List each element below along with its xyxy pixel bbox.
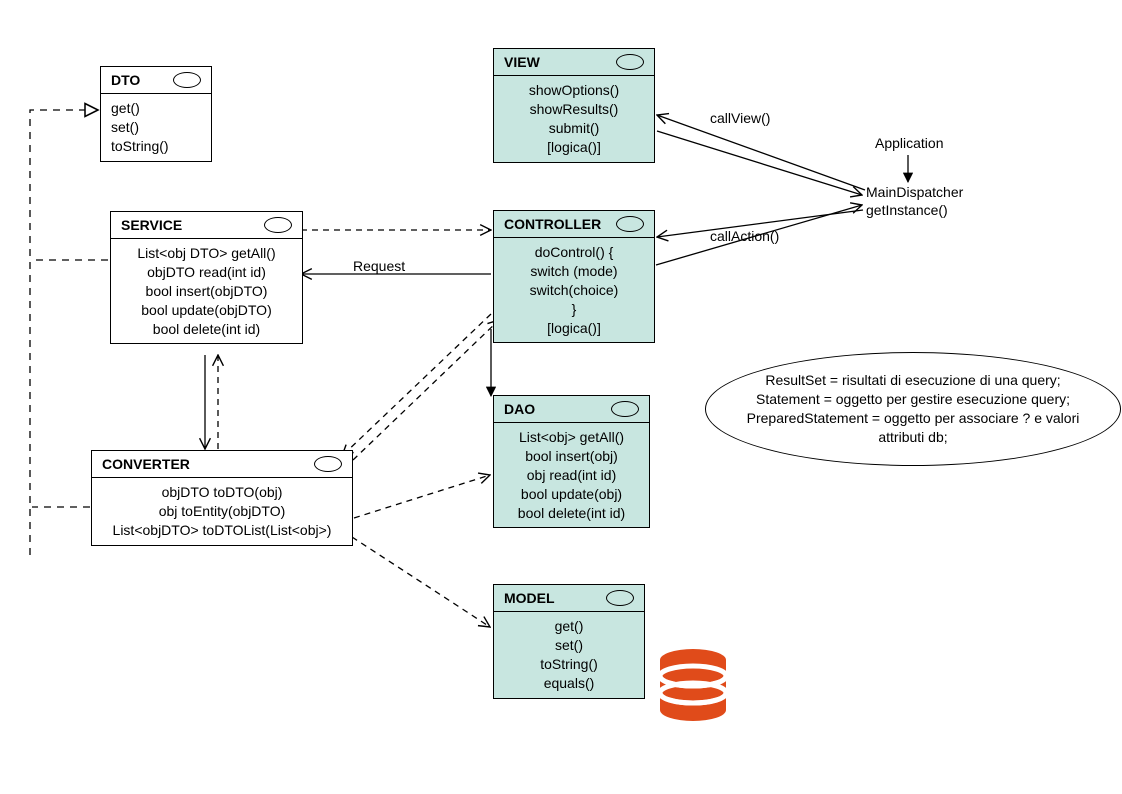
stereotype-icon <box>264 217 292 233</box>
method: showResults() <box>504 100 644 119</box>
method: obj read(int id) <box>504 466 639 485</box>
method: [logica()] <box>504 138 644 157</box>
database-icon <box>658 648 728 728</box>
method: equals() <box>504 674 634 693</box>
class-title: DAO <box>504 401 535 417</box>
label-getinstance: getInstance() <box>866 202 948 218</box>
stereotype-icon <box>606 590 634 606</box>
method: bool insert(obj) <box>504 447 639 466</box>
method: objDTO toDTO(obj) <box>102 483 342 502</box>
class-title: CONVERTER <box>102 456 190 472</box>
note-line: attributi db; <box>728 428 1098 447</box>
method: [logica()] <box>504 319 644 338</box>
note-ellipse: ResultSet = risultati di esecuzione di u… <box>705 352 1121 466</box>
method: bool delete(int id) <box>121 320 292 339</box>
label-request: Request <box>353 258 405 274</box>
stereotype-icon <box>616 54 644 70</box>
stereotype-icon <box>611 401 639 417</box>
class-view: VIEW showOptions() showResults() submit(… <box>493 48 655 163</box>
class-model: MODEL get() set() toString() equals() <box>493 584 645 699</box>
method: obj toEntity(objDTO) <box>102 502 342 521</box>
stereotype-icon <box>173 72 201 88</box>
method: switch(choice) <box>504 281 644 300</box>
class-converter: CONVERTER objDTO toDTO(obj) obj toEntity… <box>91 450 353 546</box>
method: toString() <box>111 137 201 156</box>
method: bool update(objDTO) <box>121 301 292 320</box>
class-service: SERVICE List<obj DTO> getAll() objDTO re… <box>110 211 303 344</box>
stereotype-icon <box>314 456 342 472</box>
method: bool delete(int id) <box>504 504 639 523</box>
method: doControl() { <box>504 243 644 262</box>
note-line: PreparedStatement = oggetto per associar… <box>728 409 1098 428</box>
method: toString() <box>504 655 634 674</box>
method: set() <box>504 636 634 655</box>
class-title: VIEW <box>504 54 540 70</box>
method: showOptions() <box>504 81 644 100</box>
method: bool update(obj) <box>504 485 639 504</box>
label-application: Application <box>875 135 944 151</box>
class-title: SERVICE <box>121 217 182 233</box>
note-line: ResultSet = risultati di esecuzione di u… <box>728 371 1098 390</box>
method: List<objDTO> toDTOList(List<obj>) <box>102 521 342 540</box>
stereotype-icon <box>616 216 644 232</box>
method: get() <box>504 617 634 636</box>
label-maindispatcher: MainDispatcher <box>866 184 963 200</box>
method: } <box>504 300 644 319</box>
method: get() <box>111 99 201 118</box>
method: List<obj> getAll() <box>504 428 639 447</box>
label-callview: callView() <box>710 110 770 126</box>
diagram-canvas: Controller (top) --> Service (Request) -… <box>0 0 1122 794</box>
method: set() <box>111 118 201 137</box>
class-controller: CONTROLLER doControl() { switch (mode) s… <box>493 210 655 343</box>
class-title: MODEL <box>504 590 555 606</box>
method: objDTO read(int id) <box>121 263 292 282</box>
label-callaction: callAction() <box>710 228 779 244</box>
class-dto: DTO get() set() toString() <box>100 66 212 162</box>
note-line: Statement = oggetto per gestire esecuzio… <box>728 390 1098 409</box>
class-title: CONTROLLER <box>504 216 601 232</box>
class-title: DTO <box>111 72 140 88</box>
method: bool insert(objDTO) <box>121 282 292 301</box>
method: List<obj DTO> getAll() <box>121 244 292 263</box>
method: switch (mode) <box>504 262 644 281</box>
class-dao: DAO List<obj> getAll() bool insert(obj) … <box>493 395 650 528</box>
method: submit() <box>504 119 644 138</box>
